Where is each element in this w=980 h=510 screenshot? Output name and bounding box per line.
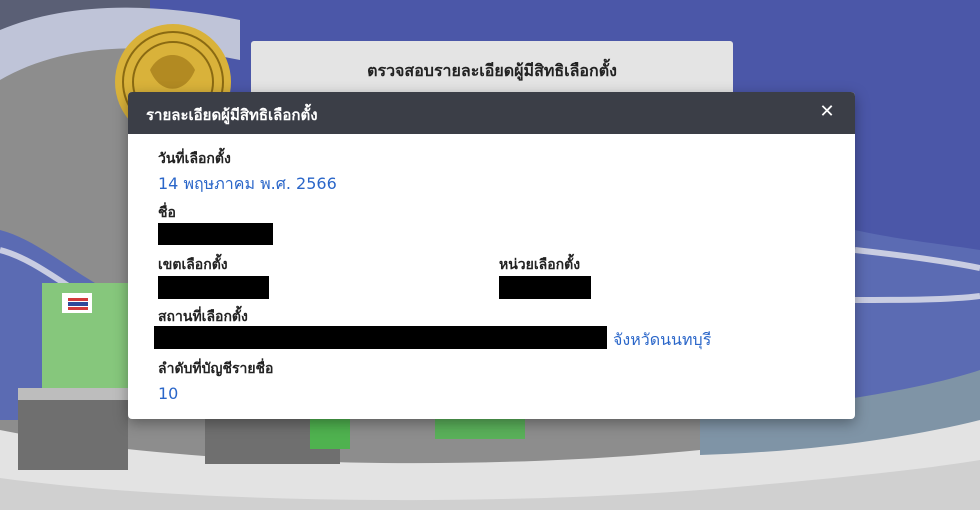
name-label: ชื่อ	[158, 205, 176, 221]
election-date-label: วันที่เลือกตั้ง	[158, 151, 231, 167]
modal-header: รายละเอียดผู้มีสิทธิเลือกตั้ง ✕	[128, 92, 855, 134]
district-label: เขตเลือกตั้ง	[158, 257, 228, 273]
location-label: สถานที่เลือกตั้ง	[158, 309, 248, 325]
modal-title: รายละเอียดผู้มีสิทธิเลือกตั้ง	[146, 106, 318, 124]
province-value: จังหวัดนนทบุรี	[613, 330, 712, 349]
background-title-card: ตรวจสอบรายละเอียดผู้มีสิทธิเลือกตั้ง สมา…	[251, 41, 733, 97]
district-redacted	[158, 276, 269, 299]
voter-details-modal: รายละเอียดผู้มีสิทธิเลือกตั้ง ✕ วันที่เล…	[128, 92, 855, 419]
unit-redacted	[499, 276, 591, 299]
close-icon[interactable]: ✕	[817, 101, 837, 123]
name-redacted	[158, 223, 273, 245]
election-date-value: 14 พฤษภาคม พ.ศ. 2566	[158, 174, 337, 193]
order-value: 10	[158, 384, 179, 403]
location-redacted	[154, 326, 607, 349]
unit-label: หน่วยเลือกตั้ง	[499, 257, 581, 273]
page-title: ตรวจสอบรายละเอียดผู้มีสิทธิเลือกตั้ง	[367, 61, 617, 80]
order-label: ลำดับที่บัญชีรายชื่อ	[158, 361, 274, 377]
